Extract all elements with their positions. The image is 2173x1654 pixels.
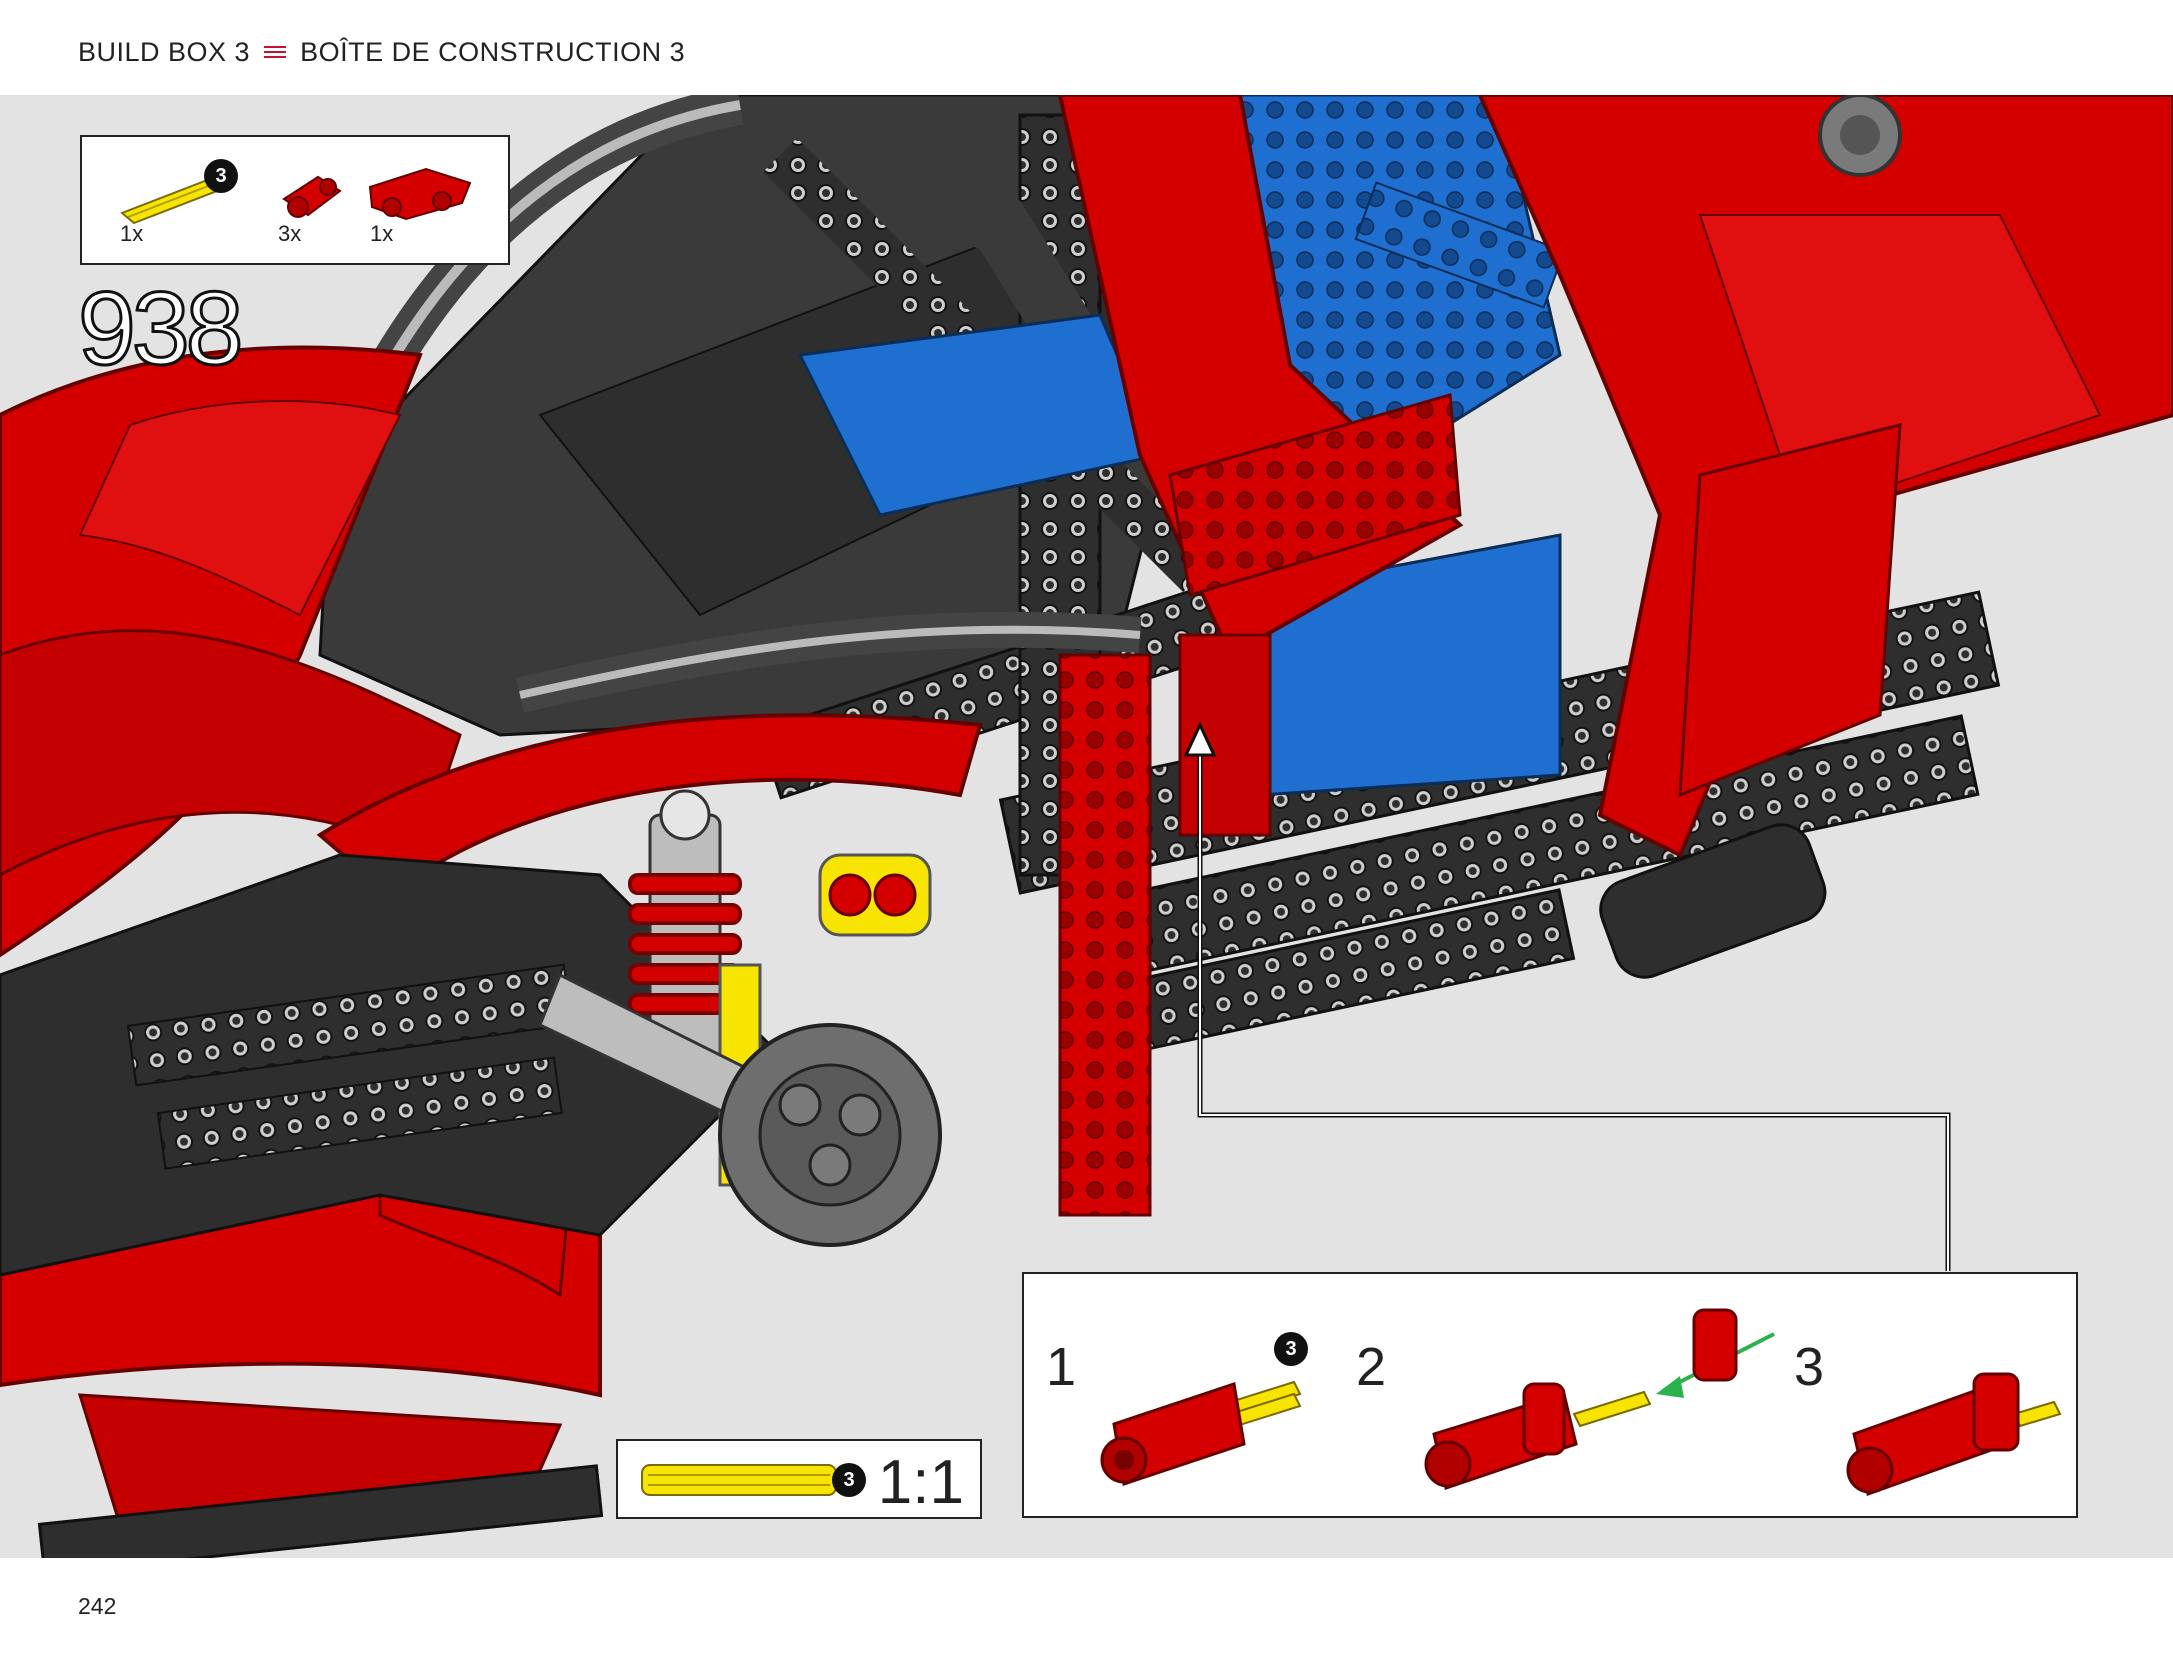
- yellow-axle-1-1-icon: [641, 1464, 837, 1496]
- header-build-box: BUILD BOX 3: [78, 36, 251, 67]
- sub-assembly-callout: 1 3 2 3: [1022, 1272, 2078, 1518]
- substep-1-illustration: [1100, 1380, 1302, 1486]
- substep-3-label: 3: [1794, 1337, 1825, 1397]
- language-separator-icon: [264, 45, 287, 59]
- axle-length-badge: 3: [1274, 1332, 1308, 1366]
- scale-reference: 3 1:1: [616, 1439, 982, 1519]
- substep-1-label: 1: [1046, 1337, 1077, 1397]
- page-header: BUILD BOX 3 BOÎTE DE CONSTRUCTION 3: [78, 32, 685, 72]
- red-panel-connector-part-icon: [368, 167, 472, 221]
- header-build-box-french: BOÎTE DE CONSTRUCTION 3: [300, 36, 686, 67]
- part-count: 1x: [370, 221, 394, 246]
- red-connector-part-icon: [282, 175, 342, 218]
- step-number: 938: [77, 270, 246, 389]
- part-count: 1x: [120, 221, 144, 246]
- brake-disc: [718, 1023, 942, 1247]
- substep-2-illustration: [1424, 1308, 1775, 1490]
- axle-length-badge: 3: [832, 1463, 866, 1497]
- part-count: 3x: [278, 221, 302, 246]
- axle-length-badge: 3: [204, 159, 238, 193]
- page-number: 242: [78, 1593, 117, 1619]
- substep-3-illustration: [1846, 1372, 2062, 1496]
- parts-list: 3 1x 3x 1x: [80, 135, 510, 265]
- scale-ratio: 1:1: [877, 1448, 964, 1517]
- substep-2-label: 2: [1356, 1337, 1387, 1397]
